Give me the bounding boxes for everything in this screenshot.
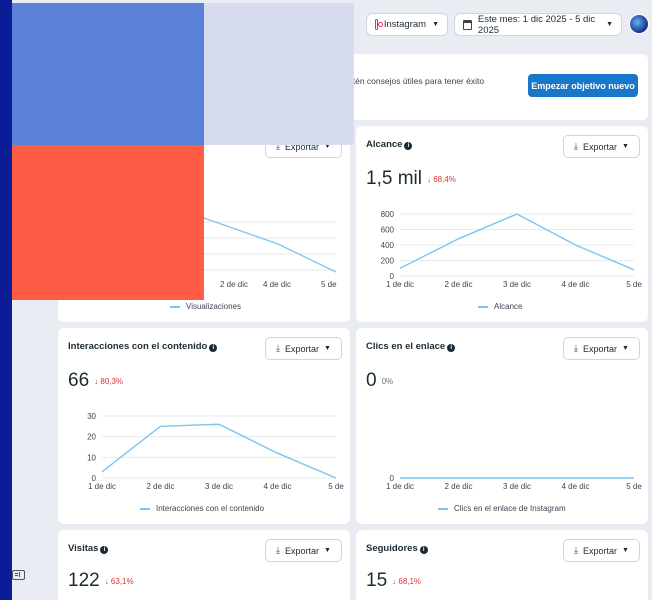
download-icon: ⤓ <box>276 545 281 555</box>
y-tick-label: 600 <box>381 226 395 235</box>
metric-value: 15 ↓ 68,1% <box>366 570 421 592</box>
chevron-down-icon: ▼ <box>432 21 439 28</box>
x-tick-label: 2 de dic <box>444 280 472 289</box>
x-tick-label: 2 de dic <box>220 280 248 289</box>
legend-label: Alcance <box>494 302 523 311</box>
export-button[interactable]: ⤓ Exportar ▼ <box>563 539 640 562</box>
metric-delta: ↓ 68,1% <box>392 577 422 586</box>
x-tick-label: 1 de dic <box>386 482 414 491</box>
legend-swatch <box>170 305 180 308</box>
left-accent-bar <box>0 0 12 600</box>
card-interacciones: Interacciones con el contenido i ⤓ Export… <box>58 328 350 524</box>
overlay-block-lavender <box>204 3 354 145</box>
card-alcance: Alcance i ⤓ Exportar ▼ 1,5 mil ↓ 68,4% 0 20… <box>356 126 648 322</box>
y-tick-label: 20 <box>87 433 96 442</box>
platform-label: Instagram <box>383 19 427 30</box>
calendar-icon <box>463 19 472 30</box>
card-title-text: Seguidores <box>366 543 418 554</box>
export-button[interactable]: ⤓ Exportar ▼ <box>265 539 342 562</box>
x-tick-label: 4 de dic <box>263 482 291 491</box>
chart-legend: Clics en el enlace de Instagram <box>438 504 566 513</box>
card-seguidores: Seguidores i ⤓ Exportar ▼ 15 ↓ 68,1% <box>356 530 648 600</box>
legend-label: Clics en el enlace de Instagram <box>454 504 566 513</box>
visualizaciones-line <box>203 217 337 273</box>
x-tick-label: 3 de dic <box>503 280 531 289</box>
x-tick-label: 4 de dic <box>561 482 589 491</box>
metric-delta: ↓ 63,1% <box>104 577 134 586</box>
x-tick-label: 4 de dic <box>561 280 589 289</box>
overlay-block-red <box>12 145 204 300</box>
metric-value: 122 ↓ 63,1% <box>68 570 134 592</box>
card-clics: Clics en el enlace i ⤓ Exportar ▼ 0 0% 01 … <box>356 328 648 524</box>
metric-number: 122 <box>68 570 100 591</box>
alcance-chart: 02004006008001 de dic 2 de dic 3 de dic 4 d… <box>381 210 643 289</box>
chevron-down-icon: ▼ <box>622 547 629 554</box>
x-tick-label: 5 de <box>328 482 344 491</box>
series-line <box>399 213 635 271</box>
overlay-block-blue <box>12 3 204 145</box>
card-visitas: Visitas i ⤓ Exportar ▼ 122 ↓ 63,1% <box>58 530 350 600</box>
chart-legend: Interacciones con el contenido <box>140 504 264 513</box>
x-tick-label: 1 de dic <box>386 280 414 289</box>
interacciones-chart: 01020301 de dic 2 de dic 3 de dic 4 de dic 5… <box>87 412 344 491</box>
date-range-selector[interactable]: Este mes: 1 dic 2025 - 5 dic 2025 ▼ <box>454 13 622 36</box>
series-line <box>101 423 337 479</box>
chart-legend: Visualizaciones <box>170 302 241 311</box>
card-title: Seguidores i <box>366 543 428 554</box>
x-tick-label: 2 de dic <box>146 482 174 491</box>
legend-swatch <box>438 507 448 510</box>
clics-chart: 01 de dic 2 de dic 3 de dic 4 de dic 5 de <box>386 474 642 491</box>
date-range-label: Este mes: 1 dic 2025 - 5 dic 2025 <box>477 13 596 36</box>
legend-label: Visualizaciones <box>186 302 241 311</box>
avatar[interactable] <box>629 14 649 34</box>
panel-icon[interactable] <box>12 570 25 580</box>
y-tick-label: 30 <box>87 412 96 421</box>
y-tick-label: 10 <box>87 453 96 462</box>
instagram-icon <box>375 19 383 30</box>
y-tick-label: 200 <box>381 257 395 266</box>
x-tick-label: 4 de dic <box>263 280 291 289</box>
card-title-text: Visitas <box>68 543 99 554</box>
metric-number: 15 <box>366 570 388 591</box>
banner-text: btén consejos útiles para tener éxito <box>348 76 485 86</box>
download-icon: ⤓ <box>574 545 579 555</box>
export-label: Exportar <box>285 545 320 556</box>
platform-selector[interactable]: Instagram ▼ <box>366 13 448 36</box>
info-icon[interactable]: i <box>419 546 428 554</box>
card-title: Visitas i <box>68 543 109 554</box>
legend-swatch <box>478 305 488 308</box>
x-tick-label: 5 de <box>626 482 642 491</box>
export-label: Exportar <box>583 545 618 556</box>
y-tick-label: 400 <box>381 241 395 250</box>
x-tick-label: 5 de <box>626 280 642 289</box>
x-tick-label: 3 de dic <box>205 482 233 491</box>
chart-legend: Alcance <box>478 302 522 311</box>
new-goal-button[interactable]: Empezar objetivo nuevo <box>528 74 638 97</box>
info-icon[interactable]: i <box>100 546 109 554</box>
legend-label: Interacciones con el contenido <box>156 504 265 513</box>
y-tick-label: 800 <box>381 210 395 219</box>
x-tick-label: 3 de dic <box>503 482 531 491</box>
x-tick-label: 2 de dic <box>444 482 472 491</box>
x-tick-label: 1 de dic <box>88 482 116 491</box>
chevron-down-icon: ▼ <box>606 21 613 28</box>
chevron-down-icon: ▼ <box>324 547 331 554</box>
legend-swatch <box>140 507 150 510</box>
x-tick-label: 5 de <box>321 280 337 289</box>
